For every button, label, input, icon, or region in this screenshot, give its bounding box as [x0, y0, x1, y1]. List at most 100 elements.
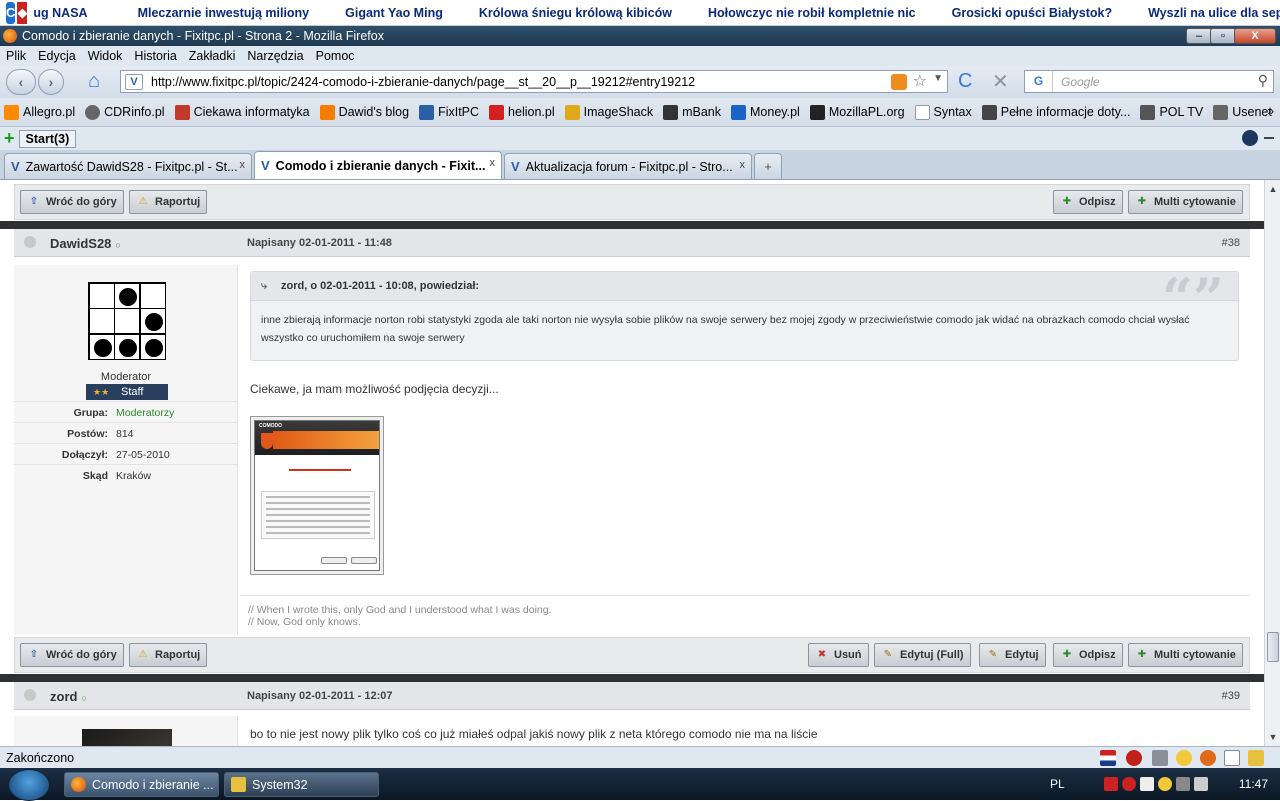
folder-icon: [231, 777, 246, 792]
bookmark-star-icon[interactable]: ☆: [913, 71, 927, 91]
tray-display-icon[interactable]: [1194, 777, 1208, 791]
taskbar-system32[interactable]: System32: [224, 772, 379, 797]
menu-file[interactable]: Plik: [6, 49, 26, 63]
search-input[interactable]: Google: [1061, 75, 1100, 89]
bookmark-item[interactable]: Dawid's blog: [319, 104, 409, 120]
maximize-button[interactable]: ▫: [1210, 28, 1236, 44]
news-item[interactable]: Wyszli na ulice dla separaty: [1148, 6, 1280, 20]
url-dropdown-icon[interactable]: ▼: [933, 73, 943, 84]
bookmark-item[interactable]: Money.pl: [731, 104, 800, 120]
bookmark-item[interactable]: Usenet: [1213, 104, 1272, 120]
tab-close-icon[interactable]: x: [740, 159, 746, 171]
quote-arrow-icon[interactable]: ⤷: [261, 280, 267, 293]
menu-tools[interactable]: Narzędzia: [247, 49, 303, 63]
bookmark-item[interactable]: mBank: [663, 104, 721, 120]
reply-button[interactable]: ✚ Odpisz: [1053, 190, 1123, 214]
bookmark-item[interactable]: MozillaPL.org: [809, 104, 905, 120]
menu-edit[interactable]: Edycja: [38, 49, 76, 63]
scroll-down-icon[interactable]: ▼: [1267, 732, 1279, 742]
bookmark-item[interactable]: FixItPC: [419, 104, 479, 120]
news-item[interactable]: ug NASA: [33, 6, 87, 20]
menu-history[interactable]: Historia: [134, 49, 176, 63]
news-item[interactable]: Gigant Yao Ming: [345, 6, 443, 20]
edit-full-button[interactable]: ✎ Edytuj (Full): [874, 643, 971, 667]
search-icon[interactable]: ⚲: [1258, 72, 1268, 89]
stop-button[interactable]: ✕: [992, 69, 1009, 94]
start-orb-icon[interactable]: [8, 769, 50, 801]
post-number[interactable]: #38: [1222, 237, 1240, 249]
post-author[interactable]: DawidS28 ○: [50, 236, 121, 251]
language-indicator[interactable]: PL: [1050, 777, 1065, 791]
bookmarks-more-button[interactable]: »: [1267, 104, 1274, 118]
tray-messenger-icon[interactable]: [1158, 777, 1172, 791]
notes-icon[interactable]: [1248, 750, 1264, 766]
url-text[interactable]: http://www.fixitpc.pl/topic/2424-comodo-…: [151, 75, 695, 89]
firefox-status-icon[interactable]: [1200, 750, 1216, 766]
tab-comodo[interactable]: V Comodo i zbieranie danych - Fixit... x: [254, 151, 502, 179]
report-button[interactable]: ⚠ Raportuj: [129, 190, 208, 214]
clock[interactable]: 11:47: [1239, 777, 1268, 791]
tray-comodo-icon[interactable]: [1122, 777, 1136, 791]
menu-view[interactable]: Widok: [88, 49, 123, 63]
home-icon[interactable]: ⌂: [88, 70, 100, 93]
search-box[interactable]: G Google ⚲: [1024, 70, 1274, 93]
reply-button[interactable]: ✚ Odpisz: [1053, 643, 1123, 667]
multiquote-button[interactable]: ✚ Multi cytowanie: [1128, 643, 1243, 667]
bookmark-item[interactable]: Syntax: [914, 104, 972, 120]
bookmark-item[interactable]: ImageShack: [564, 104, 653, 120]
start-button[interactable]: Start(3): [18, 129, 77, 148]
back-to-top-button[interactable]: ⇧ Wróć do góry: [20, 643, 124, 667]
tab-close-icon[interactable]: x: [490, 157, 496, 169]
delete-button[interactable]: ✖ Usuń: [808, 643, 869, 667]
bookmark-item[interactable]: helion.pl: [489, 104, 555, 120]
user-group-link[interactable]: Moderatorzy: [116, 407, 174, 419]
page-status-icon[interactable]: [1224, 750, 1240, 766]
avatar[interactable]: [82, 729, 172, 746]
report-button[interactable]: ⚠ Raportuj: [129, 643, 208, 667]
vertical-scrollbar[interactable]: ▲ ▼: [1264, 180, 1280, 746]
news-item[interactable]: Królowa śniegu królową kibiców: [479, 6, 672, 20]
scroll-up-icon[interactable]: ▲: [1267, 184, 1279, 194]
tray-volume-icon[interactable]: [1176, 777, 1190, 791]
avatar[interactable]: [88, 282, 166, 360]
bookmark-item[interactable]: CDRinfo.pl: [85, 104, 165, 120]
adblock-icon[interactable]: [1126, 750, 1142, 766]
news-item[interactable]: Mleczarnie inwestują miliony: [138, 6, 310, 20]
forward-button[interactable]: ›: [38, 69, 64, 95]
taskbar-firefox[interactable]: Comodo i zbieranie ...: [64, 772, 219, 797]
rss-icon[interactable]: [891, 74, 907, 90]
tab-zawartosc[interactable]: V Zawartość DawidS28 - Fixitpc.pl - St..…: [4, 153, 252, 179]
reload-button[interactable]: C: [958, 70, 972, 93]
attached-image[interactable]: COMODO: [250, 416, 384, 575]
menu-bookmarks[interactable]: Zakładki: [189, 49, 236, 63]
new-tab-button[interactable]: +: [754, 153, 782, 179]
bookmark-item[interactable]: Allegro.pl: [4, 104, 75, 120]
post-number[interactable]: #39: [1222, 690, 1240, 702]
close-button[interactable]: X: [1234, 28, 1276, 44]
tab-aktualizacja[interactable]: V Aktualizacja forum - Fixitpc.pl - Stro…: [504, 153, 752, 179]
flag-icon[interactable]: [1100, 750, 1116, 766]
back-button[interactable]: ‹: [6, 69, 36, 95]
tray-network-icon[interactable]: [1140, 777, 1154, 791]
post-author[interactable]: zord ○: [50, 689, 87, 704]
news-item[interactable]: Hołowczyc nie robił kompletnie nic: [708, 6, 916, 20]
tray-antivirus-icon[interactable]: [1104, 777, 1118, 791]
toolbar-minimize-icon[interactable]: [1264, 137, 1274, 139]
minimize-button[interactable]: –: [1186, 28, 1212, 44]
multiquote-button[interactable]: ✚ Multi cytowanie: [1128, 190, 1243, 214]
bookmark-item[interactable]: Ciekawa informatyka: [174, 104, 310, 120]
bookmark-item[interactable]: Pełne informacje doty...: [981, 104, 1130, 120]
add-icon[interactable]: +: [4, 128, 15, 149]
tools-icon[interactable]: [1152, 750, 1168, 766]
bookmark-item[interactable]: POL TV: [1140, 104, 1203, 120]
menu-help[interactable]: Pomoc: [316, 49, 355, 63]
news-item[interactable]: Grosicki opuści Białystok?: [952, 6, 1112, 20]
url-bar[interactable]: V http://www.fixitpc.pl/topic/2424-comod…: [120, 70, 948, 93]
smiley-icon[interactable]: [1176, 750, 1192, 766]
moon-icon[interactable]: [1242, 130, 1258, 146]
scroll-thumb[interactable]: [1267, 632, 1279, 662]
back-to-top-button[interactable]: ⇧ Wróć do góry: [20, 190, 124, 214]
search-engine-icon[interactable]: G: [1025, 71, 1053, 92]
edit-button[interactable]: ✎ Edytuj: [979, 643, 1046, 667]
tab-close-icon[interactable]: x: [240, 159, 246, 171]
